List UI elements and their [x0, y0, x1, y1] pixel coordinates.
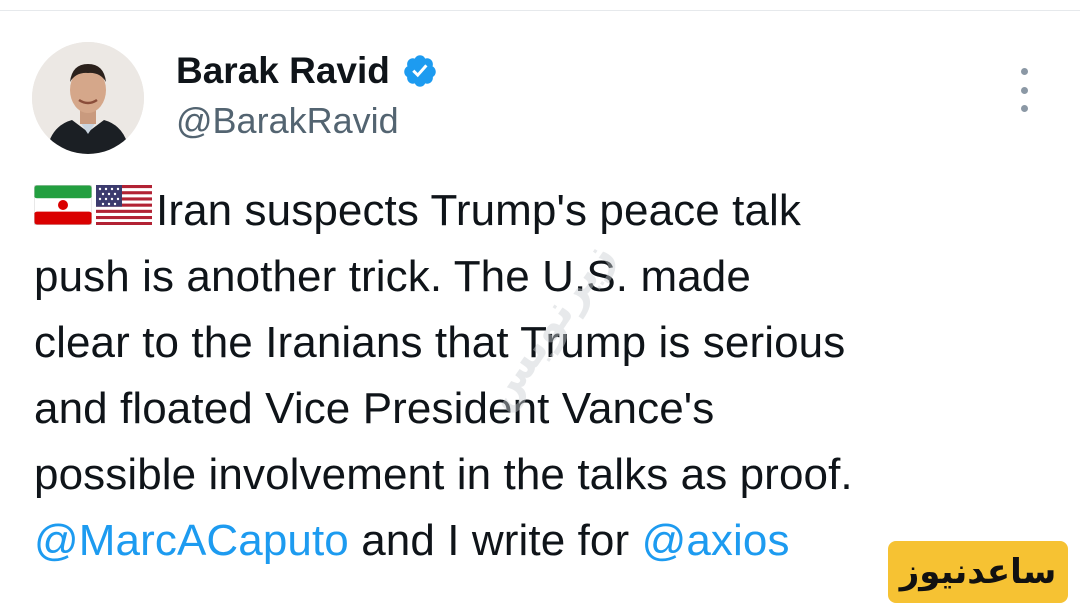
- more-dot: [1020, 86, 1028, 94]
- more-options-icon[interactable]: [1010, 68, 1038, 112]
- us-flag-icon: [96, 178, 152, 244]
- display-name-text[interactable]: Barak Ravid: [176, 50, 390, 92]
- tweet-line: Iran suspects Trump's peace talk: [33, 178, 1034, 244]
- tweet-text-middle: and I write for: [348, 516, 642, 565]
- source-badge: ساعدنیوز: [888, 541, 1068, 603]
- tweet-line: possible involvement in the talks as pro…: [34, 450, 853, 499]
- more-dot: [1020, 68, 1028, 75]
- display-name[interactable]: Barak Ravid: [176, 50, 438, 92]
- verified-badge-icon: [402, 53, 438, 89]
- mention-link[interactable]: @axios: [642, 508, 790, 574]
- mention-link[interactable]: @MarcACaputo: [34, 508, 349, 574]
- avatar[interactable]: [32, 42, 144, 154]
- more-dot: [1020, 105, 1028, 112]
- tweet-text-line-1: Iran suspects Trump's peace talk: [156, 186, 802, 235]
- handle[interactable]: @BarakRavid: [176, 100, 399, 142]
- iran-flag-icon: [33, 178, 93, 244]
- tweet-line: @MarcACaputo and I write for @axios: [34, 508, 1034, 574]
- top-divider: [0, 0, 1080, 11]
